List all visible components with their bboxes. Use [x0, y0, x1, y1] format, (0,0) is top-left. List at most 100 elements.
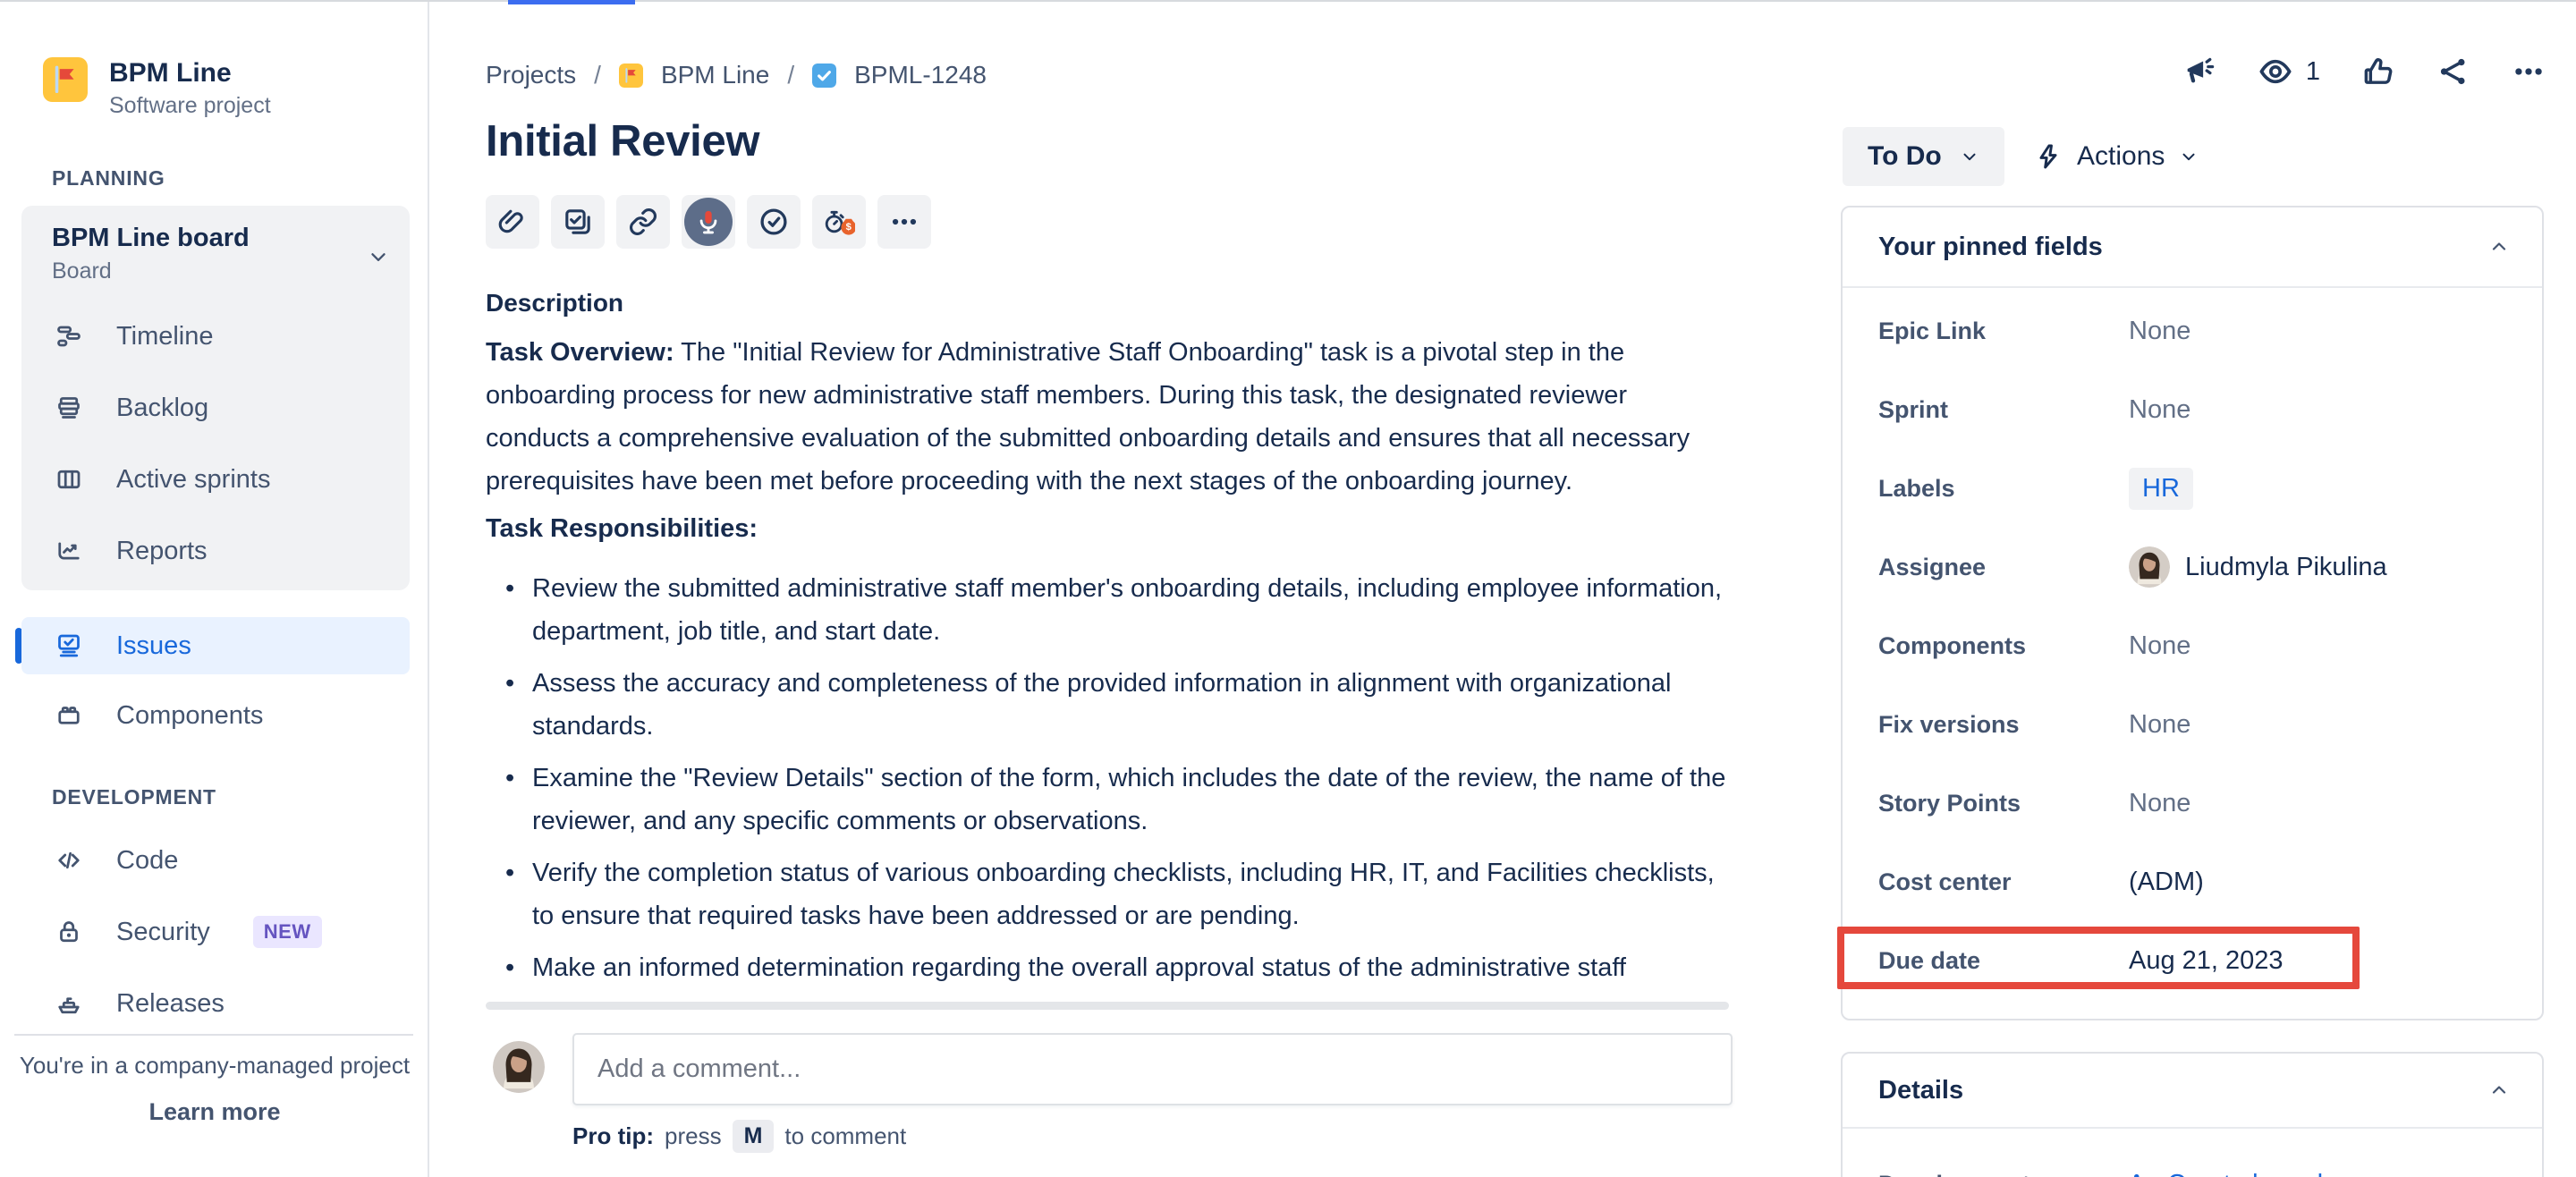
lock-icon: [55, 919, 82, 945]
actions-label: Actions: [2077, 141, 2165, 172]
field-row-story-points: Story Points None: [1843, 764, 2542, 843]
timeline-icon: [55, 323, 82, 350]
clock-icon: [758, 206, 790, 238]
project-logo-flag-icon: [43, 57, 88, 102]
sidebar-item-label: Backlog: [116, 394, 208, 423]
field-value[interactable]: None: [2129, 317, 2190, 346]
sidebar-item-label: Active sprints: [116, 465, 270, 495]
comment-box: [572, 1033, 1733, 1105]
stopwatch-money-icon: $: [823, 206, 855, 238]
due-date-value[interactable]: Aug 21, 2023: [2129, 946, 2284, 976]
assignee-name: Liudmyla Pikulina: [2185, 553, 2387, 582]
breadcrumb-separator: /: [594, 61, 601, 89]
breadcrumb-project[interactable]: BPM Line: [661, 61, 769, 89]
sidebar-item-reports[interactable]: Reports: [21, 515, 410, 587]
details-card: Details Development Create branch: [1841, 1052, 2544, 1177]
issue-title[interactable]: Initial Review: [486, 114, 1733, 168]
code-icon: [55, 847, 82, 874]
field-label: Assignee: [1878, 554, 2129, 581]
board-switcher[interactable]: BPM Line board Board: [21, 224, 410, 284]
add-child-issue-button[interactable]: [551, 195, 605, 249]
watch-count: 1: [2306, 57, 2320, 87]
chevron-up-icon[interactable]: [2488, 236, 2510, 258]
learn-more-link[interactable]: Learn more: [0, 1098, 429, 1126]
field-label: Components: [1878, 632, 2129, 660]
actions-dropdown[interactable]: Actions: [2034, 127, 2199, 186]
protip-label: Pro tip:: [572, 1122, 654, 1150]
feedback-megaphone-icon[interactable]: [2182, 55, 2216, 89]
responsibilities-list: Review the submitted administrative staf…: [486, 567, 1733, 989]
content-scroll-divider: [486, 1002, 1729, 1010]
field-value[interactable]: None: [2129, 789, 2190, 818]
attach-button[interactable]: [486, 195, 539, 249]
sidebar-item-issues[interactable]: Issues: [21, 617, 410, 674]
breadcrumb-projects[interactable]: Projects: [486, 61, 576, 89]
board-items: Timeline Backlog Active sprints Reports: [21, 301, 410, 587]
toolbar-more-button[interactable]: [877, 195, 931, 249]
sidebar-item-components[interactable]: Components: [21, 687, 410, 744]
board-columns-icon: [55, 466, 82, 493]
sidebar-item-label: Code: [116, 846, 178, 876]
project-sidebar: BPM Line Software project PLANNING BPM L…: [0, 2, 429, 1177]
protip-press: press: [665, 1122, 722, 1150]
more-actions-icon[interactable]: [2512, 55, 2546, 89]
field-label: Due date: [1878, 947, 2129, 975]
sidebar-item-label: Security: [116, 918, 210, 947]
watchers-group[interactable]: 1: [2258, 54, 2320, 89]
list-item: Review the submitted administrative staf…: [486, 567, 1733, 653]
sidebar-item-backlog[interactable]: Backlog: [21, 372, 410, 444]
link-issue-button[interactable]: [616, 195, 670, 249]
chevron-up-icon[interactable]: [2488, 1080, 2510, 1101]
pinned-fields-header[interactable]: Your pinned fields: [1843, 207, 2542, 286]
create-branch-link[interactable]: Create branch: [2129, 1170, 2332, 1177]
protip-tail: to comment: [784, 1122, 906, 1150]
board-switcher-card: BPM Line board Board Timeline Backlog Ac…: [21, 206, 410, 590]
sidebar-item-active-sprints[interactable]: Active sprints: [21, 444, 410, 515]
status-dropdown[interactable]: To Do: [1843, 127, 2004, 186]
field-value[interactable]: None: [2129, 631, 2190, 661]
issue-main-column: Initial Review $: [486, 114, 1733, 998]
sidebar-item-security[interactable]: Security NEW: [21, 903, 410, 961]
sidebar-item-releases[interactable]: Releases: [21, 975, 410, 1032]
details-title: Details: [1878, 1076, 1963, 1105]
ellipsis-icon: [889, 207, 919, 237]
breadcrumb-issue-key[interactable]: BPML-1248: [854, 61, 987, 89]
board-subtitle: Board: [52, 258, 388, 284]
thumbs-up-icon[interactable]: [2361, 55, 2395, 89]
assignee-avatar: [2129, 546, 2170, 588]
project-type: Software project: [109, 93, 271, 119]
pinned-fields-list: Epic Link None Sprint None Labels HR Ass…: [1843, 288, 2542, 1000]
record-voice-button[interactable]: [682, 195, 735, 249]
issue-toolbar: $: [486, 195, 1733, 249]
field-label: Epic Link: [1878, 318, 2129, 345]
microphone-icon: [684, 198, 733, 246]
sidebar-item-label: Timeline: [116, 322, 214, 351]
link-icon: [628, 207, 658, 237]
chevron-down-icon[interactable]: [367, 245, 390, 268]
cost-tracking-button[interactable]: $: [812, 195, 866, 249]
breadcrumb-separator: /: [787, 61, 794, 89]
field-value[interactable]: None: [2129, 395, 2190, 425]
backlog-icon: [55, 394, 82, 421]
sidebar-item-label: Releases: [116, 989, 225, 1019]
label-chip-hr[interactable]: HR: [2129, 468, 2193, 510]
current-user-avatar: [493, 1041, 545, 1093]
comment-input[interactable]: [574, 1035, 1731, 1104]
assignee-value[interactable]: Liudmyla Pikulina: [2129, 546, 2387, 588]
details-header[interactable]: Details: [1843, 1054, 2542, 1127]
field-value[interactable]: None: [2129, 710, 2190, 740]
time-tracking-button[interactable]: [747, 195, 801, 249]
sidebar-item-code[interactable]: Code: [21, 832, 410, 889]
jira-issue-page: BPM Line Software project PLANNING BPM L…: [0, 0, 2576, 1177]
task-type-icon: [812, 64, 836, 88]
field-label: Development: [1878, 1171, 2129, 1177]
sidebar-item-timeline[interactable]: Timeline: [21, 301, 410, 372]
git-branch-icon: [2129, 1171, 2156, 1177]
share-icon[interactable]: [2436, 55, 2470, 89]
project-type-message: You're in a company-managed project: [0, 1052, 429, 1080]
breadcrumb: Projects / BPM Line / BPML-1248: [486, 59, 987, 91]
loading-progress-bar: [508, 0, 635, 4]
field-row-cost-center: Cost center (ADM): [1843, 843, 2542, 921]
sidebar-item-label: Issues: [116, 631, 191, 661]
field-value[interactable]: (ADM): [2129, 868, 2204, 897]
